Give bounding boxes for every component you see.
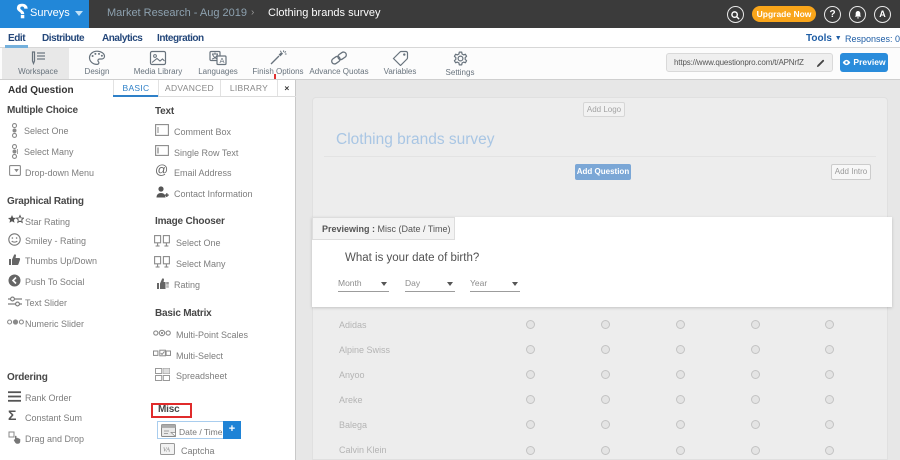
- svg-text:A: A: [220, 56, 225, 65]
- svg-text:VA: VA: [163, 448, 170, 454]
